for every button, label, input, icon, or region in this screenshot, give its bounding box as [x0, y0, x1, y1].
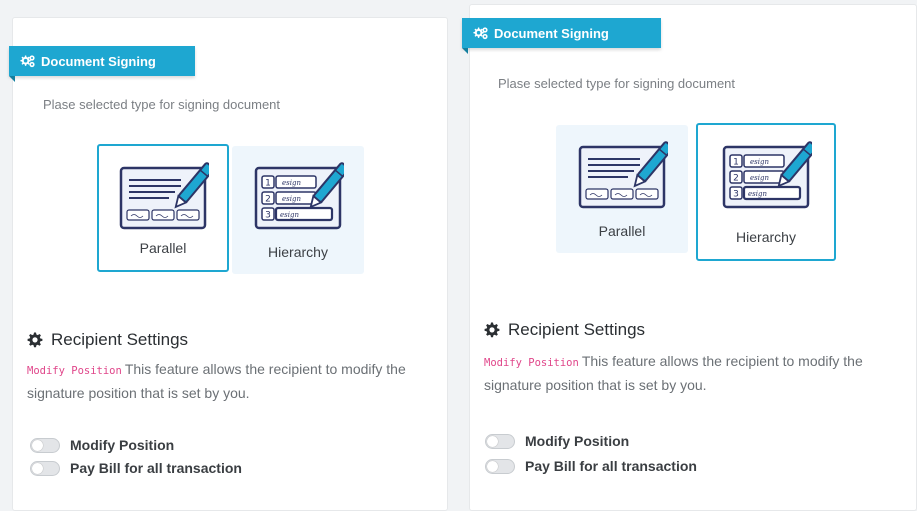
document-signing-header: Document Signing	[462, 18, 661, 54]
recipient-settings-title: Recipient Settings	[484, 320, 645, 340]
modify-position-toggle-row[interactable]: Modify Position	[485, 433, 629, 449]
svg-text:esign: esign	[748, 190, 767, 198]
pay-bill-toggle[interactable]	[30, 460, 60, 476]
svg-text:esign: esign	[280, 211, 299, 219]
svg-text:1: 1	[265, 179, 271, 189]
document-signing-header: Document Signing	[9, 46, 195, 82]
svg-text:3: 3	[265, 211, 271, 221]
svg-text:2: 2	[733, 174, 739, 184]
recipient-settings-description: Modify Position This feature allows the r…	[27, 358, 427, 404]
svg-text:1: 1	[733, 158, 739, 168]
svg-text:esign: esign	[282, 195, 301, 203]
parallel-signing-illustration	[578, 140, 668, 209]
svg-text:2: 2	[265, 195, 271, 205]
hierarchy-label: Hierarchy	[268, 244, 328, 260]
modify-position-toggle-row[interactable]: Modify Position	[30, 437, 174, 453]
modify-position-toggle-label: Modify Position	[70, 437, 175, 453]
gear-icon	[27, 332, 43, 348]
svg-text:esign: esign	[750, 174, 769, 182]
svg-text:3: 3	[733, 190, 739, 200]
recipient-settings-description: Modify Position This feature allows the r…	[484, 350, 894, 396]
modify-position-toggle[interactable]	[485, 433, 515, 449]
modify-position-toggle-label: Modify Position	[525, 433, 630, 449]
parallel-signing-illustration	[119, 161, 209, 230]
modify-position-code: Modify Position	[484, 357, 579, 369]
modify-position-code: Modify Position	[27, 365, 122, 377]
hierarchy-signing-illustration: 1 2 3 esign esign esign	[254, 161, 344, 230]
hierarchy-signing-illustration: 1 2 3 esign esign esign	[722, 140, 812, 209]
pay-bill-toggle-row[interactable]: Pay Bill for all transaction	[485, 458, 697, 474]
parallel-option[interactable]: Parallel	[556, 125, 688, 253]
modify-position-toggle[interactable]	[30, 437, 60, 453]
svg-text:esign: esign	[750, 158, 769, 166]
recipient-settings-label: Recipient Settings	[51, 330, 189, 349]
hierarchy-label: Hierarchy	[736, 229, 796, 245]
pay-bill-toggle-label: Pay Bill for all transaction	[525, 458, 697, 474]
recipient-settings-title: Recipient Settings	[27, 330, 188, 350]
parallel-label: Parallel	[139, 240, 187, 256]
cogs-icon	[473, 27, 488, 40]
pay-bill-toggle-row[interactable]: Pay Bill for all transaction	[30, 460, 242, 476]
pay-bill-toggle[interactable]	[485, 458, 515, 474]
gear-icon	[484, 322, 500, 338]
cogs-icon	[20, 55, 35, 68]
parallel-option[interactable]: Parallel	[97, 144, 229, 272]
header-title: Document Signing	[494, 25, 609, 41]
svg-text:esign: esign	[282, 179, 301, 187]
hierarchy-option[interactable]: 1 2 3 esign esign esign Hierarchy	[696, 123, 836, 261]
recipient-settings-label: Recipient Settings	[508, 320, 646, 339]
hierarchy-option[interactable]: 1 2 3 esign esign esign Hierarchy	[232, 146, 364, 274]
signing-type-subtitle: Plase selected type for signing document	[43, 97, 281, 112]
signing-type-subtitle: Plase selected type for signing document	[498, 76, 736, 91]
header-title: Document Signing	[41, 53, 156, 69]
parallel-label: Parallel	[598, 223, 646, 239]
pay-bill-toggle-label: Pay Bill for all transaction	[70, 460, 242, 476]
